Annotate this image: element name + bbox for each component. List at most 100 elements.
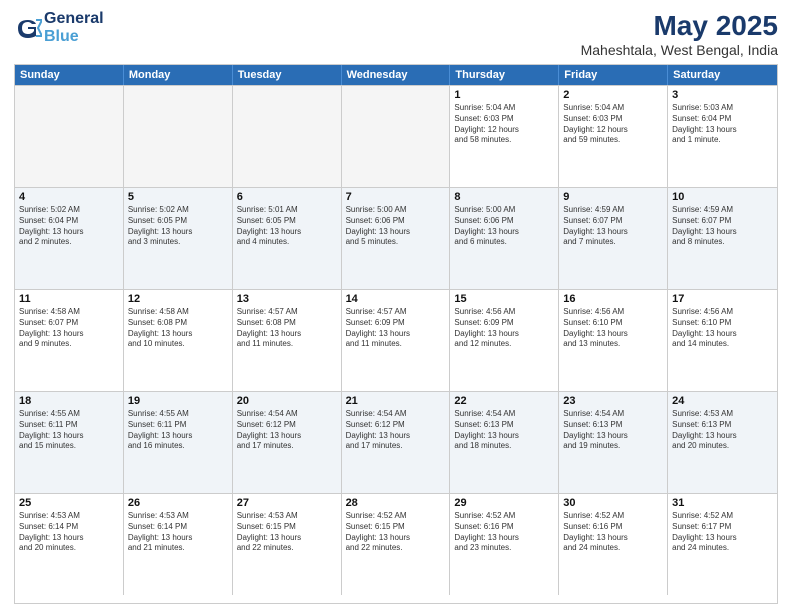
calendar-cell: 15Sunrise: 4:56 AM Sunset: 6:09 PM Dayli… xyxy=(450,290,559,391)
calendar-cell: 3 Sunrise: 5:03 AM Sunset: 6:04 PM Daylig… xyxy=(668,86,777,187)
header-day-saturday: Saturday xyxy=(668,65,777,85)
header-day-sunday: Sunday xyxy=(15,65,124,85)
calendar-body: 1 Sunrise: 5:04 AM Sunset: 6:03 PM Daylig… xyxy=(15,85,777,595)
cell-info: Sunrise: 4:57 AM Sunset: 6:09 PM Dayligh… xyxy=(346,307,446,350)
day-number: 16 xyxy=(563,293,663,305)
logo-area: General Blue xyxy=(14,10,104,46)
header-day-friday: Friday xyxy=(559,65,668,85)
day-number: 30 xyxy=(563,497,663,509)
header-day-tuesday: Tuesday xyxy=(233,65,342,85)
cell-info: Sunrise: 4:53 AM Sunset: 6:13 PM Dayligh… xyxy=(672,409,773,452)
cell-info: Sunrise: 5:03 AM Sunset: 6:04 PM Dayligh… xyxy=(672,103,773,146)
calendar-row-3: 11Sunrise: 4:58 AM Sunset: 6:07 PM Dayli… xyxy=(15,289,777,391)
calendar-cell: 22 Sunrise: 4:54 AM Sunset: 6:13 PM Dayli… xyxy=(450,392,559,493)
calendar-row-5: 25 Sunrise: 4:53 AM Sunset: 6:14 PM Dayli… xyxy=(15,493,777,595)
cell-info: Sunrise: 4:55 AM Sunset: 6:11 PM Dayligh… xyxy=(128,409,228,452)
day-number: 2 xyxy=(563,89,663,101)
calendar-cell: 9 Sunrise: 4:59 AM Sunset: 6:07 PM Daylig… xyxy=(559,188,668,289)
calendar-cell: 27 Sunrise: 4:53 AM Sunset: 6:15 PM Dayli… xyxy=(233,494,342,595)
title-area: May 2025 Maheshtala, West Bengal, India xyxy=(581,10,778,58)
cell-info: Sunrise: 4:54 AM Sunset: 6:12 PM Dayligh… xyxy=(237,409,337,452)
cell-info: Sunrise: 4:52 AM Sunset: 6:16 PM Dayligh… xyxy=(454,511,554,554)
day-number: 27 xyxy=(237,497,337,509)
cell-info: Sunrise: 4:53 AM Sunset: 6:15 PM Dayligh… xyxy=(237,511,337,554)
cell-info: Sunrise: 4:54 AM Sunset: 6:13 PM Dayligh… xyxy=(454,409,554,452)
day-number: 4 xyxy=(19,191,119,203)
calendar-cell: 10 Sunrise: 4:59 AM Sunset: 6:07 PM Dayli… xyxy=(668,188,777,289)
day-number: 29 xyxy=(454,497,554,509)
day-number: 24 xyxy=(672,395,773,407)
cell-info: Sunrise: 4:52 AM Sunset: 6:15 PM Dayligh… xyxy=(346,511,446,554)
calendar-cell: 7Sunrise: 5:00 AM Sunset: 6:06 PM Daylig… xyxy=(342,188,451,289)
cell-info: Sunrise: 4:54 AM Sunset: 6:13 PM Dayligh… xyxy=(563,409,663,452)
day-number: 25 xyxy=(19,497,119,509)
logo-icon xyxy=(14,14,42,42)
calendar-cell: 12 Sunrise: 4:58 AM Sunset: 6:08 PM Dayli… xyxy=(124,290,233,391)
calendar-cell: 25 Sunrise: 4:53 AM Sunset: 6:14 PM Dayli… xyxy=(15,494,124,595)
calendar-cell: 14 Sunrise: 4:57 AM Sunset: 6:09 PM Dayli… xyxy=(342,290,451,391)
day-number: 9 xyxy=(563,191,663,203)
logo-text: General Blue xyxy=(44,10,104,46)
cell-info: Sunrise: 4:56 AM Sunset: 6:10 PM Dayligh… xyxy=(563,307,663,350)
day-number: 13 xyxy=(237,293,337,305)
calendar-cell: 24 Sunrise: 4:53 AM Sunset: 6:13 PM Dayli… xyxy=(668,392,777,493)
day-number: 20 xyxy=(237,395,337,407)
calendar-cell xyxy=(15,86,124,187)
cell-info: Sunrise: 4:58 AM Sunset: 6:08 PM Dayligh… xyxy=(128,307,228,350)
cell-info: Sunrise: 4:58 AM Sunset: 6:07 PM Dayligh… xyxy=(19,307,119,350)
cell-info: Sunrise: 4:53 AM Sunset: 6:14 PM Dayligh… xyxy=(19,511,119,554)
calendar-cell: 29 Sunrise: 4:52 AM Sunset: 6:16 PM Dayli… xyxy=(450,494,559,595)
calendar-cell: 23Sunrise: 4:54 AM Sunset: 6:13 PM Dayli… xyxy=(559,392,668,493)
day-number: 26 xyxy=(128,497,228,509)
day-number: 6 xyxy=(237,191,337,203)
calendar-header: SundayMondayTuesdayWednesdayThursdayFrid… xyxy=(15,65,777,85)
calendar-cell: 21Sunrise: 4:54 AM Sunset: 6:12 PM Dayli… xyxy=(342,392,451,493)
day-number: 22 xyxy=(454,395,554,407)
calendar-cell: 18 Sunrise: 4:55 AM Sunset: 6:11 PM Dayli… xyxy=(15,392,124,493)
calendar-cell: 20 Sunrise: 4:54 AM Sunset: 6:12 PM Dayli… xyxy=(233,392,342,493)
calendar-cell: 17 Sunrise: 4:56 AM Sunset: 6:10 PM Dayli… xyxy=(668,290,777,391)
day-number: 31 xyxy=(672,497,773,509)
cell-info: Sunrise: 4:56 AM Sunset: 6:09 PM Dayligh… xyxy=(454,307,554,350)
cell-info: Sunrise: 5:02 AM Sunset: 6:04 PM Dayligh… xyxy=(19,205,119,248)
calendar-cell: 30Sunrise: 4:52 AM Sunset: 6:16 PM Dayli… xyxy=(559,494,668,595)
cell-info: Sunrise: 5:02 AM Sunset: 6:05 PM Dayligh… xyxy=(128,205,228,248)
main-title: May 2025 xyxy=(581,10,778,42)
cell-info: Sunrise: 4:57 AM Sunset: 6:08 PM Dayligh… xyxy=(237,307,337,350)
calendar-cell xyxy=(342,86,451,187)
cell-info: Sunrise: 4:59 AM Sunset: 6:07 PM Dayligh… xyxy=(672,205,773,248)
calendar-cell xyxy=(124,86,233,187)
calendar-cell: 8 Sunrise: 5:00 AM Sunset: 6:06 PM Daylig… xyxy=(450,188,559,289)
day-number: 12 xyxy=(128,293,228,305)
cell-info: Sunrise: 5:00 AM Sunset: 6:06 PM Dayligh… xyxy=(454,205,554,248)
day-number: 14 xyxy=(346,293,446,305)
calendar-row-1: 1 Sunrise: 5:04 AM Sunset: 6:03 PM Daylig… xyxy=(15,85,777,187)
calendar-cell: 16 Sunrise: 4:56 AM Sunset: 6:10 PM Dayli… xyxy=(559,290,668,391)
calendar-cell: 4 Sunrise: 5:02 AM Sunset: 6:04 PM Daylig… xyxy=(15,188,124,289)
calendar-row-4: 18 Sunrise: 4:55 AM Sunset: 6:11 PM Dayli… xyxy=(15,391,777,493)
day-number: 8 xyxy=(454,191,554,203)
page: General Blue May 2025 Maheshtala, West B… xyxy=(0,0,792,612)
day-number: 3 xyxy=(672,89,773,101)
header: General Blue May 2025 Maheshtala, West B… xyxy=(14,10,778,58)
day-number: 17 xyxy=(672,293,773,305)
calendar: SundayMondayTuesdayWednesdayThursdayFrid… xyxy=(14,64,778,604)
cell-info: Sunrise: 4:55 AM Sunset: 6:11 PM Dayligh… xyxy=(19,409,119,452)
cell-info: Sunrise: 4:56 AM Sunset: 6:10 PM Dayligh… xyxy=(672,307,773,350)
calendar-cell xyxy=(233,86,342,187)
cell-info: Sunrise: 4:52 AM Sunset: 6:17 PM Dayligh… xyxy=(672,511,773,554)
calendar-cell: 1 Sunrise: 5:04 AM Sunset: 6:03 PM Daylig… xyxy=(450,86,559,187)
calendar-cell: 2 Sunrise: 5:04 AM Sunset: 6:03 PM Daylig… xyxy=(559,86,668,187)
calendar-cell: 28Sunrise: 4:52 AM Sunset: 6:15 PM Dayli… xyxy=(342,494,451,595)
day-number: 21 xyxy=(346,395,446,407)
cell-info: Sunrise: 5:00 AM Sunset: 6:06 PM Dayligh… xyxy=(346,205,446,248)
cell-info: Sunrise: 4:59 AM Sunset: 6:07 PM Dayligh… xyxy=(563,205,663,248)
calendar-cell: 5Sunrise: 5:02 AM Sunset: 6:05 PM Daylig… xyxy=(124,188,233,289)
day-number: 10 xyxy=(672,191,773,203)
day-number: 1 xyxy=(454,89,554,101)
day-number: 18 xyxy=(19,395,119,407)
cell-info: Sunrise: 5:04 AM Sunset: 6:03 PM Dayligh… xyxy=(563,103,663,146)
header-day-thursday: Thursday xyxy=(450,65,559,85)
cell-info: Sunrise: 5:04 AM Sunset: 6:03 PM Dayligh… xyxy=(454,103,554,146)
calendar-row-2: 4 Sunrise: 5:02 AM Sunset: 6:04 PM Daylig… xyxy=(15,187,777,289)
